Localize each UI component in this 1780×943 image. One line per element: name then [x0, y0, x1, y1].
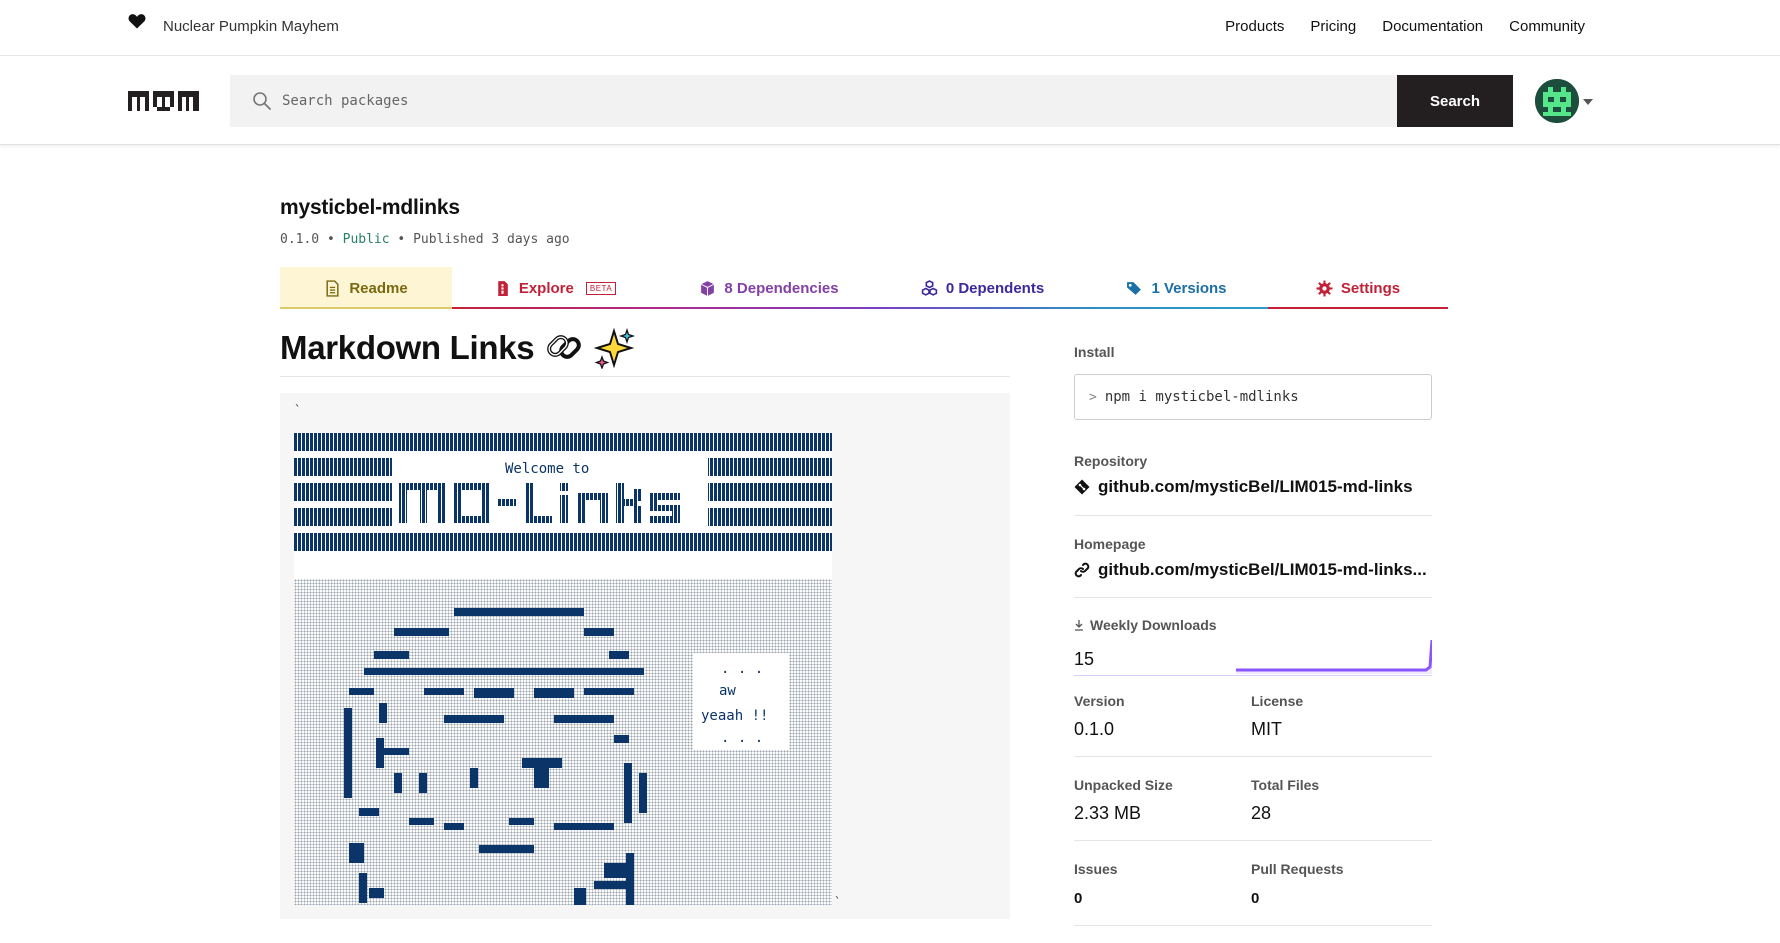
homepage-label: Homepage: [1074, 536, 1146, 552]
nav-documentation[interactable]: Documentation: [1382, 18, 1483, 35]
tab-readme-label: Readme: [349, 279, 408, 297]
readme-title: Markdown Links: [280, 329, 535, 366]
speech-line: aw: [719, 683, 736, 699]
unpacked-size-label: Unpacked Size: [1074, 777, 1173, 793]
repository-link[interactable]: github.com/mysticBel/LIM015-md-links: [1074, 477, 1413, 497]
homepage-link[interactable]: github.com/mysticBel/LIM015-md-links...: [1074, 560, 1427, 580]
divider: [1074, 925, 1432, 926]
pull-requests-value[interactable]: 0: [1251, 890, 1259, 907]
readme-code-block: ` `: [280, 393, 1010, 919]
download-icon: [1075, 620, 1083, 631]
box-icon: [701, 280, 715, 296]
speech-line: . . .: [721, 730, 764, 746]
issues-label: Issues: [1074, 861, 1118, 877]
code-backtick-close: `: [834, 895, 842, 909]
tab-explore-label: Explore: [518, 279, 574, 297]
weekly-downloads-header: Weekly Downloads: [1074, 617, 1217, 633]
speech-line: yeaah !!: [701, 708, 769, 724]
nav-products[interactable]: Products: [1225, 18, 1284, 35]
repository-label: Repository: [1074, 453, 1148, 469]
package-visibility: Public: [342, 232, 390, 247]
total-files-value: 28: [1251, 803, 1272, 823]
gear-icon: [1316, 280, 1333, 296]
tab-underline: [880, 307, 1085, 309]
homepage-link-text: github.com/mysticBel/LIM015-md-links...: [1098, 560, 1427, 579]
npm-logo[interactable]: [128, 91, 199, 111]
package-tabs: Readme Explore BETA 8 Dependencies 0 Dep…: [280, 267, 1448, 309]
tab-underline: [1268, 307, 1448, 309]
beta-badge: BETA: [585, 281, 617, 295]
tab-underline: [280, 307, 452, 309]
package-meta: 0.1.0 • Public • Published 3 days ago: [280, 232, 570, 247]
top-bar: Nuclear Pumpkin Mayhem Products Pricing …: [0, 0, 1780, 56]
install-command-box[interactable]: > npm i mysticbel-mdlinks: [1074, 374, 1432, 420]
heart-icon[interactable]: [128, 13, 146, 29]
file-code-icon: [498, 280, 508, 296]
search-button[interactable]: Search: [1397, 75, 1513, 127]
nav-pricing[interactable]: Pricing: [1310, 18, 1356, 35]
sparkles-emoji-icon: [594, 327, 636, 369]
meta-separator: •: [326, 232, 335, 247]
tab-versions[interactable]: 1 Versions: [1085, 267, 1268, 309]
tab-readme[interactable]: Readme: [280, 267, 452, 309]
tab-settings-label: Settings: [1340, 279, 1401, 297]
install-label: Install: [1074, 344, 1115, 360]
divider: [1074, 840, 1432, 841]
avatar[interactable]: [1535, 79, 1579, 123]
unpacked-size-value: 2.33 MB: [1074, 803, 1142, 823]
cubes-icon: [921, 279, 938, 296]
search-input[interactable]: [282, 75, 1312, 127]
top-nav: Products Pricing Documentation Community: [1225, 18, 1585, 35]
tab-versions-label: 1 Versions: [1151, 279, 1227, 297]
prompt-chevron-icon: >: [1089, 389, 1097, 405]
git-icon: [1074, 479, 1090, 495]
divider: [1074, 515, 1432, 516]
downloads-sparkline: [1236, 639, 1432, 674]
code-backtick-open: `: [294, 403, 302, 417]
package-published: Published 3 days ago: [413, 232, 570, 247]
pull-requests-label: Pull Requests: [1251, 861, 1344, 877]
art-welcome-text: Welcome to: [505, 461, 590, 477]
divider: [1074, 597, 1432, 598]
search-icon: [253, 92, 271, 110]
divider: [1074, 756, 1432, 757]
tab-underline: [1085, 307, 1268, 309]
license-value: MIT: [1251, 719, 1282, 739]
art-speech-bubble: . . . aw yeaah !! . . .: [693, 653, 789, 750]
tags-icon: [1127, 281, 1142, 295]
version-label: Version: [1074, 693, 1125, 709]
brand-tagline[interactable]: Nuclear Pumpkin Mayhem: [163, 18, 339, 35]
package-version: 0.1.0: [280, 232, 320, 247]
install-command: npm i mysticbel-mdlinks: [1104, 389, 1299, 405]
divider: [1074, 675, 1432, 676]
link-emoji-icon: [547, 335, 582, 359]
tab-dependencies-label: 8 Dependencies: [724, 279, 839, 297]
speech-line: . . .: [721, 661, 764, 677]
package-name: mysticbel-mdlinks: [280, 196, 460, 219]
version-value: 0.1.0: [1074, 719, 1115, 739]
link-icon: [1074, 562, 1090, 578]
total-files-label: Total Files: [1251, 777, 1320, 793]
meta-separator: •: [397, 232, 406, 247]
repository-link-text: github.com/mysticBel/LIM015-md-links: [1098, 477, 1413, 496]
issues-value[interactable]: 0: [1074, 890, 1082, 907]
readme-heading: Markdown Links: [280, 325, 1010, 377]
license-label: License: [1251, 693, 1304, 709]
search-header: Search: [0, 57, 1780, 145]
nav-community[interactable]: Community: [1509, 18, 1585, 35]
weekly-downloads-label: Weekly Downloads: [1090, 617, 1217, 633]
document-icon: [326, 279, 339, 297]
tab-dependents[interactable]: 0 Dependents: [880, 267, 1085, 309]
search-field: Search: [230, 75, 1513, 127]
tab-dependents-label: 0 Dependents: [945, 279, 1045, 297]
avatar-identicon-icon: [1535, 79, 1579, 123]
tab-explore[interactable]: Explore BETA: [452, 267, 658, 309]
weekly-downloads-count: 15: [1074, 649, 1095, 669]
tab-settings[interactable]: Settings: [1268, 267, 1448, 309]
tab-dependencies[interactable]: 8 Dependencies: [658, 267, 880, 309]
tab-underline: [658, 307, 880, 309]
tab-underline: [452, 307, 658, 309]
caret-down-icon[interactable]: [1583, 99, 1593, 105]
